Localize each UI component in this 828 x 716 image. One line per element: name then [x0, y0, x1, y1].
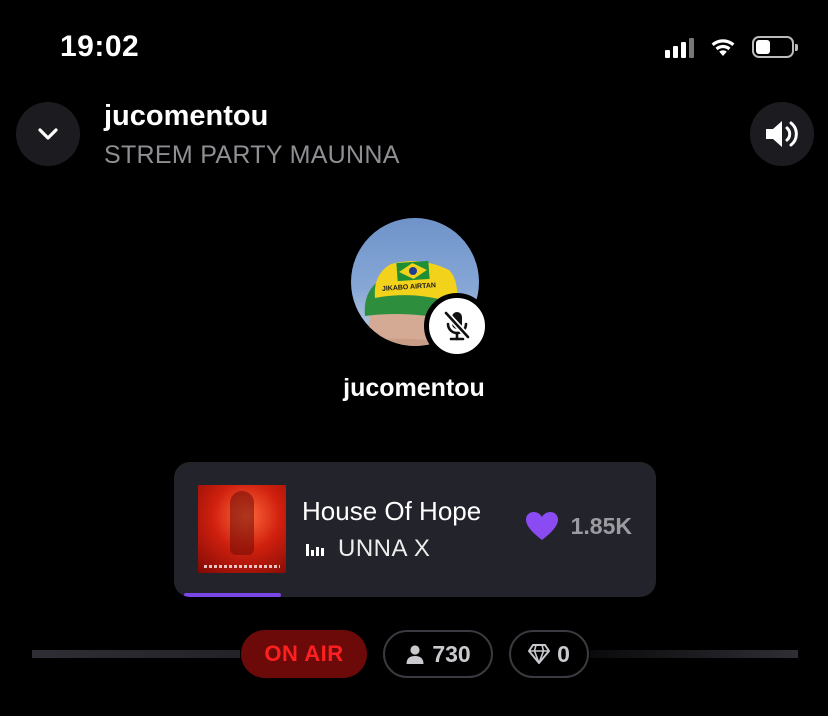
volume-button[interactable]	[750, 102, 814, 166]
gem-count: 0	[557, 640, 570, 667]
listener-count: 730	[432, 640, 471, 667]
listener-count-pill[interactable]: 730	[383, 630, 493, 678]
collapse-button[interactable]	[16, 102, 80, 166]
mic-muted-badge	[424, 293, 490, 359]
track-artist: UNNA X	[338, 535, 431, 562]
equalizer-icon	[306, 542, 324, 556]
battery-icon	[752, 36, 798, 58]
status-icons	[665, 36, 798, 58]
gem-count-pill[interactable]: 0	[509, 630, 589, 678]
now-playing-card[interactable]: House Of Hope UNNA X 1.85K	[174, 462, 656, 597]
diamond-icon	[528, 644, 551, 664]
track-progress-bar	[184, 593, 646, 597]
divider-right	[590, 650, 798, 658]
person-icon	[406, 645, 424, 664]
heart-icon	[525, 512, 558, 540]
album-cover	[198, 485, 286, 573]
mic-muted-icon	[443, 310, 471, 341]
track-artist-row: UNNA X	[306, 535, 430, 563]
signal-icon	[665, 36, 694, 58]
divider-left	[32, 650, 240, 658]
status-time: 19:02	[60, 30, 140, 63]
speaker-icon	[766, 121, 798, 147]
like-count: 1.85K	[570, 512, 632, 539]
room-host-title: jucomentou	[104, 100, 269, 132]
room-name: STREM PARTY MAUNNA	[104, 141, 400, 169]
on-air-badge: ON AIR	[241, 630, 367, 678]
like-button[interactable]: 1.85K	[525, 511, 632, 541]
track-title: House Of Hope	[302, 496, 482, 526]
chevron-down-icon	[38, 128, 58, 140]
track-progress-fill	[184, 593, 282, 597]
host-name: jucomentou	[343, 374, 485, 402]
wifi-icon	[711, 39, 735, 56]
